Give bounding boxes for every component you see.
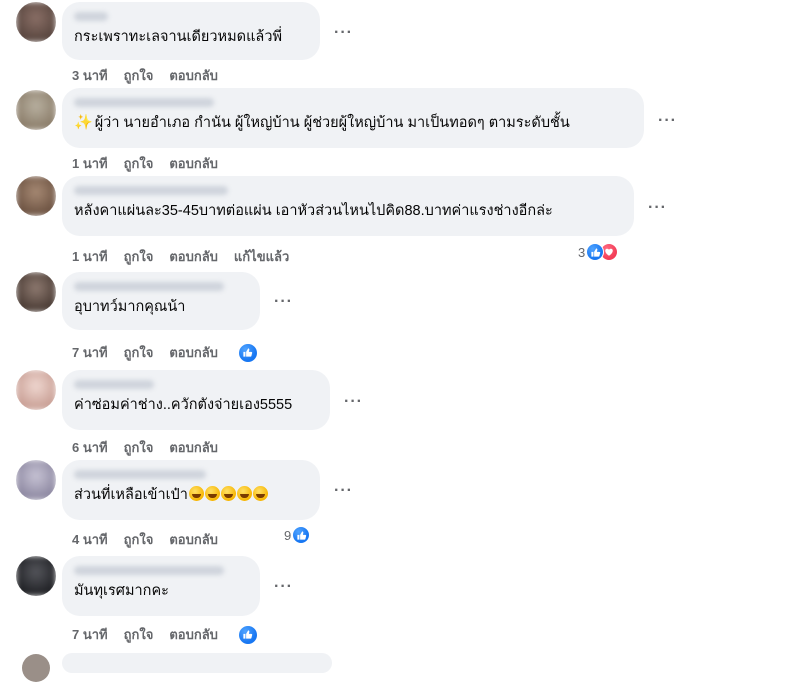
- like-action[interactable]: ถูกใจ: [124, 246, 154, 267]
- author-name-redacted: [74, 470, 206, 479]
- author-name-redacted: [74, 98, 214, 107]
- comment-time[interactable]: 1 นาที: [72, 153, 108, 174]
- author-name-redacted: [74, 380, 154, 389]
- author-name-redacted: [74, 282, 224, 291]
- comment-bubble: ส่วนที่เหลือเข้าเป๋า: [62, 460, 320, 520]
- more-options-icon[interactable]: ···: [658, 113, 677, 129]
- author-name-redacted: [74, 566, 224, 575]
- like-action[interactable]: ถูกใจ: [124, 342, 154, 363]
- comment-text: ค่าซ่อมค่าช่าง..ควักตังจ่ายเอง5555: [74, 397, 293, 413]
- reply-action[interactable]: ตอบกลับ: [169, 65, 218, 86]
- like-action[interactable]: ถูกใจ: [124, 65, 154, 86]
- comment-text-line: ✨ ผู้ว่า นายอำเภอ กำนัน ผู้ใหญ่บ้าน ผู้ช่…: [74, 113, 632, 133]
- comment-text: หลังคาแผ่นละ35-45บาทต่อแผ่น เอาหัวส่วนไห…: [74, 203, 553, 219]
- reply-action[interactable]: ตอบกลับ: [169, 246, 218, 267]
- comment-bubble: ค่าซ่อมค่าช่าง..ควักตังจ่ายเอง5555: [62, 370, 330, 430]
- comment-time[interactable]: 6 นาที: [72, 437, 108, 458]
- comment-actions: 1 นาที ถูกใจ ตอบกลับ: [72, 153, 234, 174]
- more-options-icon[interactable]: ···: [344, 394, 363, 410]
- avatar[interactable]: [16, 176, 56, 216]
- comment-bubble: มันทุเรศมากคะ: [62, 556, 260, 616]
- laughing-emoji-icon: [188, 486, 204, 501]
- like-reaction-icon[interactable]: [237, 624, 258, 645]
- like-reaction-icon: [586, 243, 605, 261]
- comment-bubble: ✨ ผู้ว่า นายอำเภอ กำนัน ผู้ใหญ่บ้าน ผู้ช่…: [62, 88, 644, 148]
- comment-bubble: [62, 653, 332, 673]
- edited-label[interactable]: แก้ไขแล้ว: [234, 246, 289, 267]
- reaction-count: 3: [578, 244, 586, 260]
- more-options-icon[interactable]: ···: [334, 25, 353, 41]
- laughing-emoji-icon: [204, 486, 220, 501]
- comment-time[interactable]: 7 นาที: [72, 624, 108, 645]
- reply-action[interactable]: ตอบกลับ: [169, 153, 218, 174]
- reply-action[interactable]: ตอบกลับ: [169, 342, 218, 363]
- like-action[interactable]: ถูกใจ: [124, 529, 154, 550]
- avatar[interactable]: [16, 90, 56, 130]
- avatar[interactable]: [16, 556, 56, 596]
- comment-time[interactable]: 7 นาที: [72, 342, 108, 363]
- more-options-icon[interactable]: ···: [648, 200, 667, 216]
- comment-actions: 1 นาที ถูกใจ ตอบกลับ แก้ไขแล้ว: [72, 246, 305, 267]
- like-reaction-icon: [292, 526, 311, 544]
- reply-action[interactable]: ตอบกลับ: [169, 624, 218, 645]
- rofl-emoji-icon: [252, 486, 268, 501]
- next-comment-partial: [0, 648, 800, 682]
- comment-actions: 3 นาที ถูกใจ ตอบกลับ: [72, 65, 234, 86]
- rofl-emoji-icon: [236, 486, 252, 501]
- avatar[interactable]: [16, 2, 56, 42]
- comment-text-line: ส่วนที่เหลือเข้าเป๋า: [74, 485, 308, 505]
- avatar[interactable]: [16, 460, 56, 500]
- comment-text: อุบาทว์มากคุณน้า: [74, 299, 186, 315]
- like-reaction-icon[interactable]: [237, 342, 258, 363]
- like-action[interactable]: ถูกใจ: [124, 437, 154, 458]
- comment-text: ผู้ว่า นายอำเภอ กำนัน ผู้ใหญ่บ้าน ผู้ช่ว…: [94, 115, 570, 131]
- sparkles-icon: ✨: [74, 114, 93, 131]
- reaction-summary[interactable]: 3: [578, 243, 619, 261]
- author-name-redacted: [74, 186, 228, 195]
- comment-bubble: อุบาทว์มากคุณน้า: [62, 272, 260, 330]
- comment-text: กระเพราทะเลจานเดียวหมดแล้วพี่: [74, 29, 283, 45]
- comment-actions: 6 นาที ถูกใจ ตอบกลับ: [72, 437, 234, 458]
- reaction-count: 9: [284, 527, 292, 543]
- more-options-icon[interactable]: ···: [274, 579, 293, 595]
- like-action[interactable]: ถูกใจ: [124, 153, 154, 174]
- author-name-redacted: [74, 12, 108, 21]
- avatar: [22, 654, 50, 682]
- comment-text: ส่วนที่เหลือเข้าเป๋า: [74, 487, 188, 503]
- avatar[interactable]: [16, 272, 56, 312]
- comment-text: มันทุเรศมากคะ: [74, 583, 169, 599]
- comment-actions: 7 นาที ถูกใจ ตอบกลับ: [72, 342, 274, 363]
- reply-action[interactable]: ตอบกลับ: [169, 437, 218, 458]
- more-options-icon[interactable]: ···: [334, 483, 353, 499]
- comment-actions: 4 นาที ถูกใจ ตอบกลับ: [72, 529, 234, 550]
- comment-bubble: กระเพราทะเลจานเดียวหมดแล้วพี่: [62, 2, 320, 60]
- comment-bubble: หลังคาแผ่นละ35-45บาทต่อแผ่น เอาหัวส่วนไห…: [62, 176, 634, 236]
- rofl-emoji-icon: [220, 486, 236, 501]
- reaction-summary[interactable]: 9: [284, 526, 311, 544]
- comment-time[interactable]: 4 นาที: [72, 529, 108, 550]
- comment-actions: 7 นาที ถูกใจ ตอบกลับ: [72, 624, 274, 645]
- comment-time[interactable]: 3 นาที: [72, 65, 108, 86]
- comment-time[interactable]: 1 นาที: [72, 246, 108, 267]
- reply-action[interactable]: ตอบกลับ: [169, 529, 218, 550]
- avatar[interactable]: [16, 370, 56, 410]
- like-action[interactable]: ถูกใจ: [124, 624, 154, 645]
- more-options-icon[interactable]: ···: [274, 294, 293, 310]
